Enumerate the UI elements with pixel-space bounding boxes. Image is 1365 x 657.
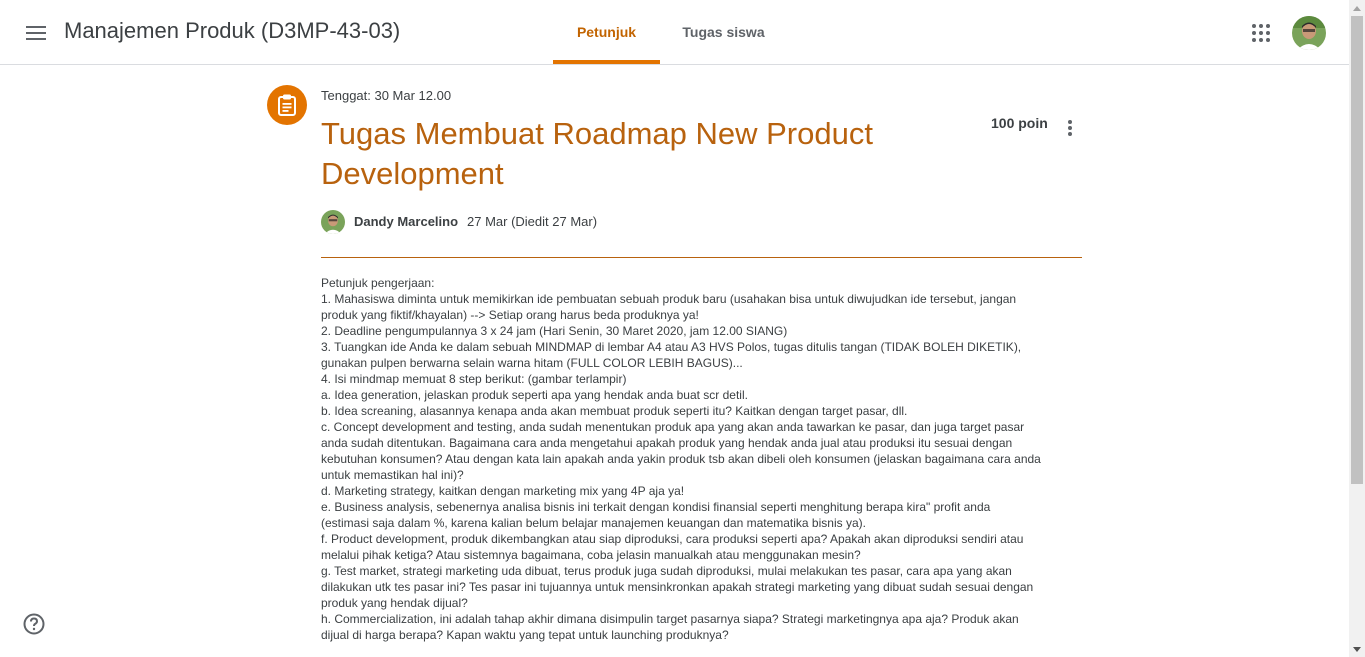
author-name: Dandy Marcelino xyxy=(354,214,459,229)
instruction-line: Petunjuk pengerjaan: xyxy=(321,276,435,290)
instruction-line: kebutuhan konsumen? Atau dengan kata lai… xyxy=(321,452,1041,466)
more-options-icon[interactable] xyxy=(1058,116,1082,140)
apps-icon[interactable] xyxy=(1243,15,1279,51)
instruction-line: (estimasi saja dalam %, karena kalian be… xyxy=(321,516,866,530)
instruction-line: 2. Deadline pengumpulannya 3 x 24 jam (H… xyxy=(321,324,788,338)
scroll-thumb[interactable] xyxy=(1351,16,1363,484)
assignment-title: Tugas Membuat Roadmap New Product Develo… xyxy=(321,114,941,194)
account-avatar[interactable] xyxy=(1292,16,1326,50)
page-scrollbar[interactable] xyxy=(1349,0,1365,657)
help-icon[interactable] xyxy=(22,612,46,636)
instruction-line: 3. Tuangkan ide Anda ke dalam sebuah MIN… xyxy=(321,340,1022,354)
instruction-line: untuk memastikan hal ini)? xyxy=(321,468,464,482)
instruction-line: gunakan pulpen berwarna selain warna hit… xyxy=(321,356,743,370)
instruction-line: e. Business analysis, sebenernya analisa… xyxy=(321,500,991,514)
instruction-line: produk yang hendak dijual? xyxy=(321,596,468,610)
instructions-text: Petunjuk pengerjaan: 1. Mahasiswa diminta… xyxy=(321,275,1083,643)
instruction-line: dilakukan utk tes pasar ini? Tes pasar i… xyxy=(321,580,1034,594)
assignment-title-line1: Tugas Membuat Roadmap New Product xyxy=(321,116,873,151)
instruction-line: g. Test market, strategi marketing uda d… xyxy=(321,564,1012,578)
top-app-bar: Manajemen Produk (D3MP-43-03) Petunjuk T… xyxy=(0,0,1349,65)
instruction-line: c. Concept development and testing, anda… xyxy=(321,420,1025,434)
tab-instructions[interactable]: Petunjuk xyxy=(553,0,660,64)
instruction-line: b. Idea screaning, alasannya kenapa anda… xyxy=(321,404,908,418)
class-title[interactable]: Manajemen Produk (D3MP-43-03) xyxy=(64,18,400,44)
author-avatar xyxy=(321,210,345,234)
scroll-up-arrow-icon[interactable] xyxy=(1349,0,1365,16)
instruction-line: 1. Mahasiswa diminta untuk memikirkan id… xyxy=(321,292,1017,306)
instruction-line: d. Marketing strategy, kaitkan dengan ma… xyxy=(321,484,685,498)
instruction-line: a. Idea generation, jelaskan produk sepe… xyxy=(321,388,748,402)
posted-date: 27 Mar (Diedit 27 Mar) xyxy=(467,214,598,229)
points-label: 100 poin xyxy=(991,115,1048,131)
instruction-line: dijual di harga berapa? Kapan waktu yang… xyxy=(321,628,729,642)
instruction-line: f. Product development, produk dikembang… xyxy=(321,532,1024,546)
scroll-down-arrow-icon[interactable] xyxy=(1349,641,1365,657)
menu-icon[interactable] xyxy=(18,15,54,51)
title-divider xyxy=(321,257,1082,258)
instruction-line: produk yang fiktif/khayalan) --> Setiap … xyxy=(321,308,699,322)
assignment-title-line2: Development xyxy=(321,156,504,191)
instruction-line: 4. Isi mindmap memuat 8 step berikut: (g… xyxy=(321,372,627,386)
assignment-icon xyxy=(267,85,307,125)
tab-student-work[interactable]: Tugas siswa xyxy=(670,0,777,64)
instruction-line: h. Commercialization, ini adalah tahap a… xyxy=(321,612,1019,626)
instruction-line: melalui pihak ketiga? Atau sistemnya bag… xyxy=(321,548,861,562)
due-date: Tenggat: 30 Mar 12.00 xyxy=(321,88,452,103)
instruction-line: anda sudah ditentukan. Bagaimana cara an… xyxy=(321,436,1013,450)
